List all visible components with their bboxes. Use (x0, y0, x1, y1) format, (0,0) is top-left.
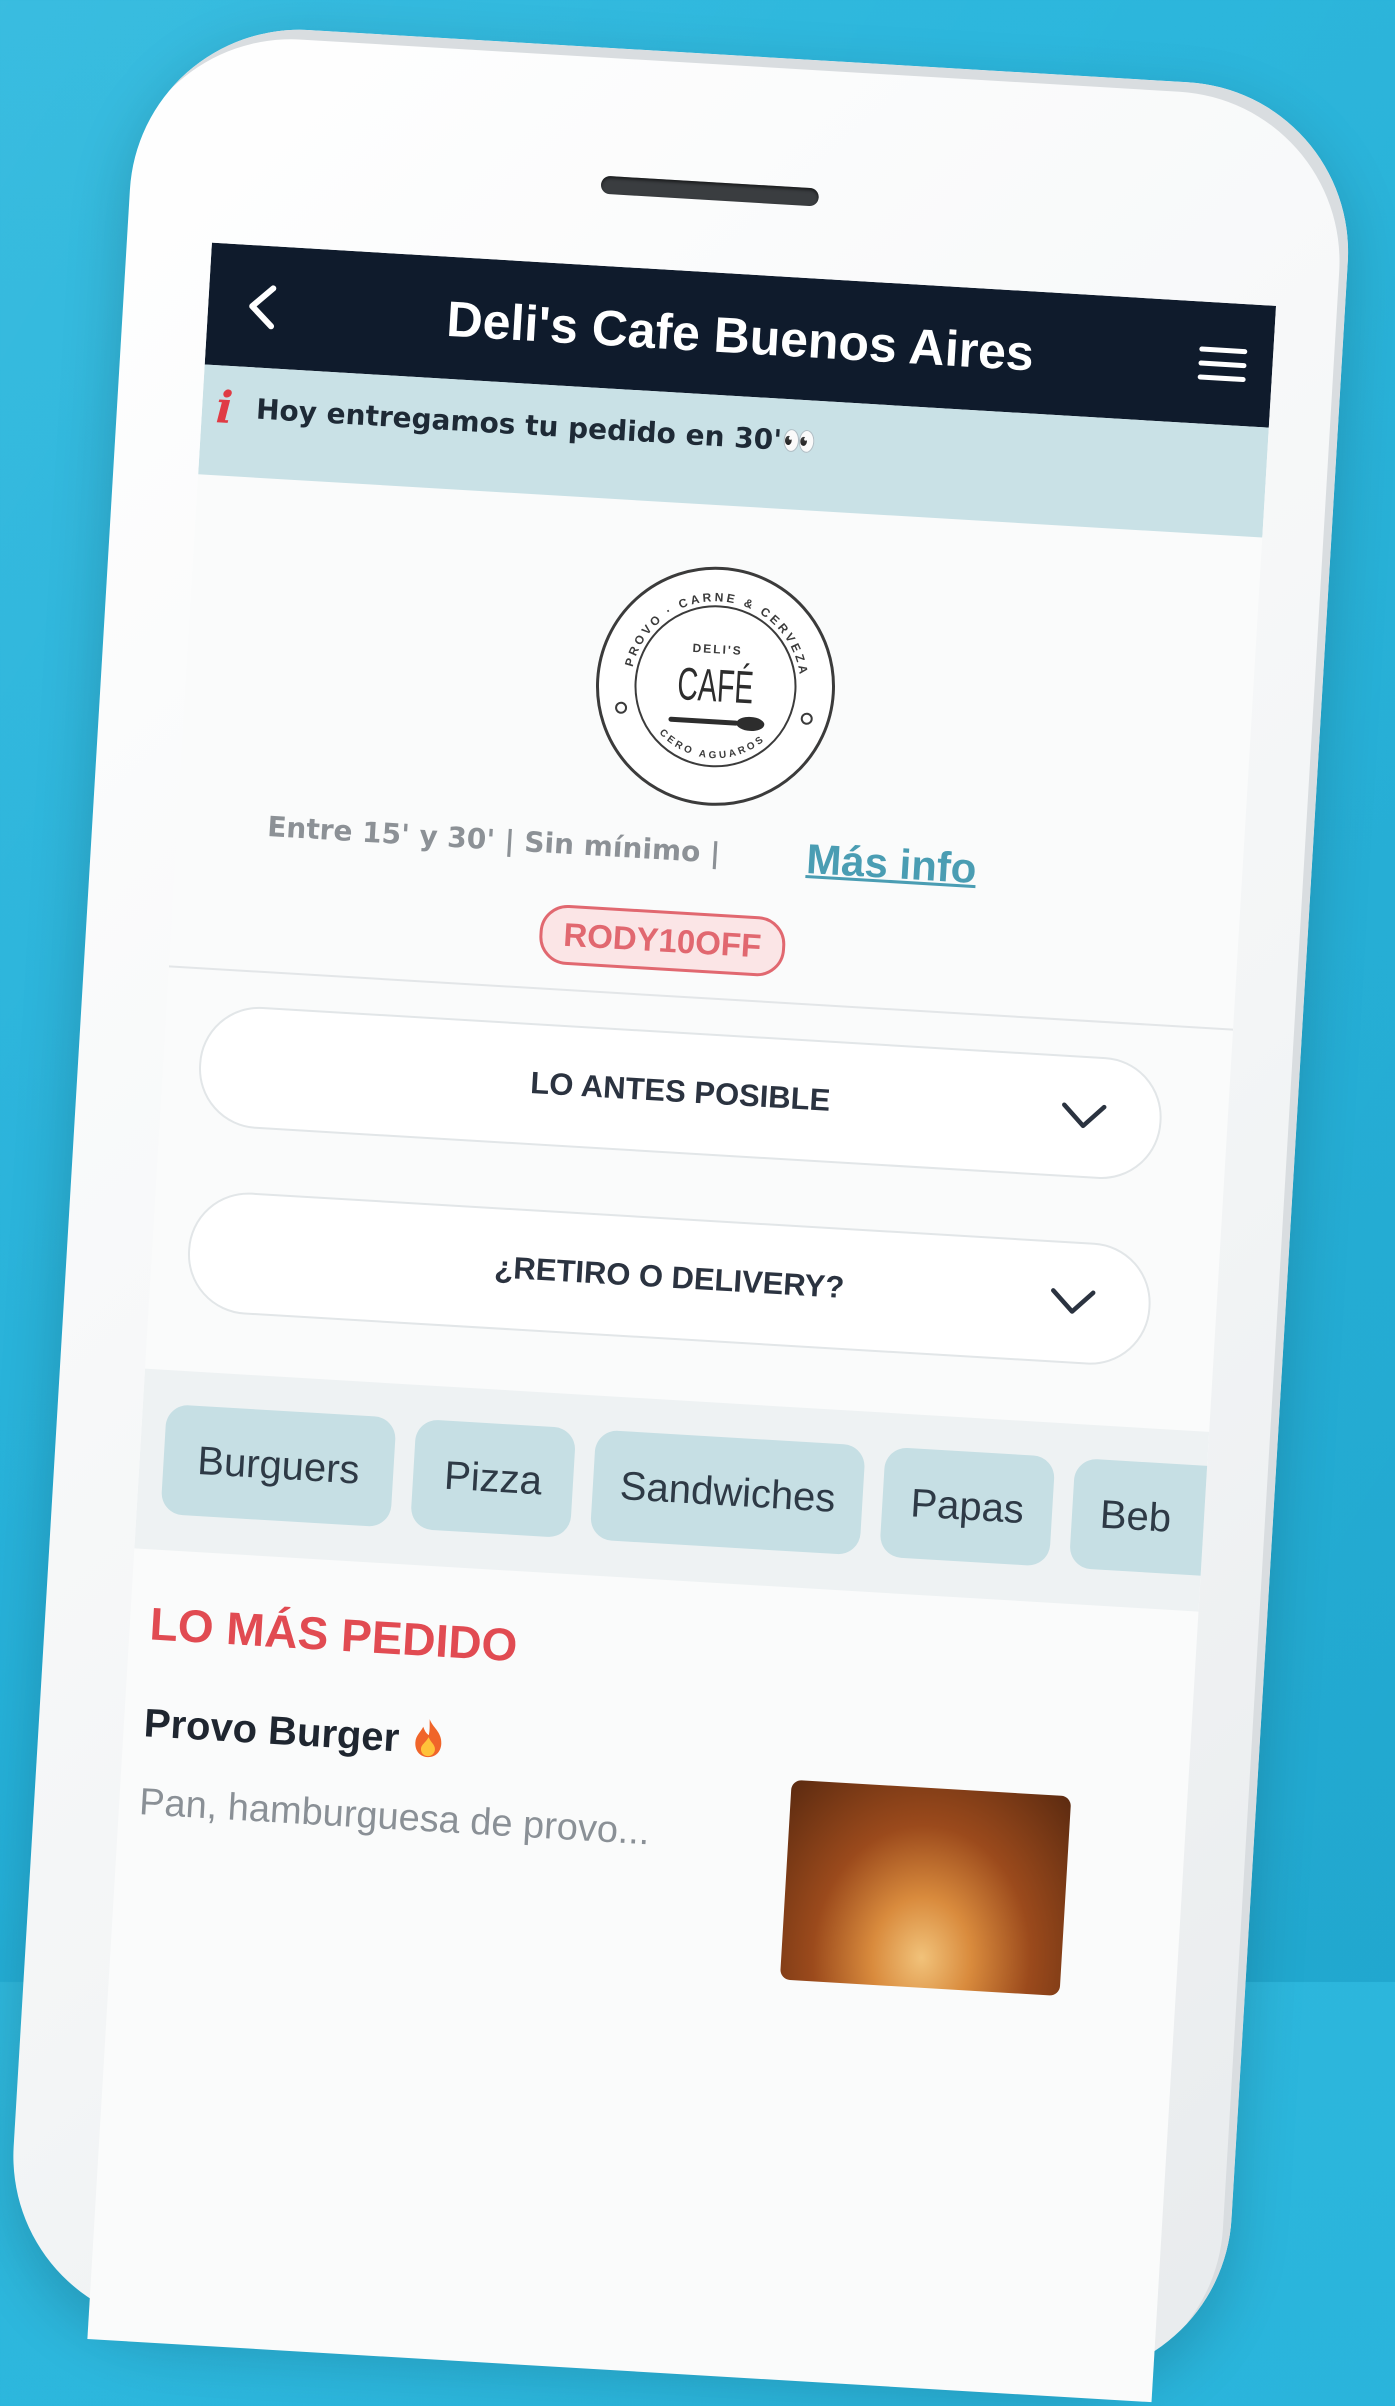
delivery-time-text: Entre 15' y 30' | Sin mínimo | (266, 810, 722, 870)
phone-frame: Deli's Cafe Buenos Aires i Hoy entregamo… (3, 20, 1358, 2403)
product-name: Provo Burger (142, 1701, 401, 1761)
fire-icon (414, 1719, 441, 1758)
store-logo: PROVO · CARNE & CERVEZA CERO AGUAROS DEL… (595, 566, 835, 806)
chevron-down-icon (1051, 1288, 1096, 1314)
phone-speaker (600, 175, 820, 207)
hamburger-menu-icon[interactable] (1195, 343, 1249, 386)
category-tab-papas[interactable]: Papas (879, 1446, 1056, 1567)
logo-brand-small: DELI'S (692, 641, 743, 658)
category-tab-bebidas[interactable]: Beb (1068, 1458, 1236, 1578)
category-tab-burguers[interactable]: Burguers (160, 1404, 397, 1528)
info-icon: i (214, 382, 235, 435)
section-title: LO MÁS PEDIDO (148, 1597, 519, 1672)
category-tab-pizza[interactable]: Pizza (410, 1418, 577, 1539)
promo-code-badge[interactable]: RODY10OFF (537, 903, 787, 978)
more-info-link[interactable]: Más info (805, 833, 978, 895)
logo-brand-big: CAFÉ (676, 657, 755, 713)
product-description: Pan, hamburguesa de provo... (138, 1781, 651, 1854)
page-title: Deli's Cafe Buenos Aires (445, 290, 1036, 382)
notice-text: Hoy entregamos tu pedido en 30'👀 (255, 392, 818, 459)
pickup-delivery-select-label: ¿RETIRO O DELIVERY? (493, 1249, 846, 1305)
product-title-row[interactable]: Provo Burger (142, 1697, 446, 1767)
schedule-select-label: LO ANTES POSIBLE (529, 1065, 832, 1118)
pickup-delivery-select[interactable]: ¿RETIRO O DELIVERY? (184, 1189, 1155, 1369)
category-tabs: Burguers Pizza Sandwiches Papas Beb (134, 1368, 1236, 1612)
chevron-down-icon (1062, 1102, 1107, 1129)
chevron-left-icon[interactable] (241, 281, 284, 333)
category-tab-sandwiches[interactable]: Sandwiches (589, 1429, 866, 1556)
app-screen: Deli's Cafe Buenos Aires i Hoy entregamo… (87, 242, 1277, 2403)
store-meta: Entre 15' y 30' | Sin mínimo | Más info (265, 795, 1168, 918)
product-image[interactable] (779, 1779, 1072, 1997)
schedule-select[interactable]: LO ANTES POSIBLE (195, 1003, 1166, 1183)
